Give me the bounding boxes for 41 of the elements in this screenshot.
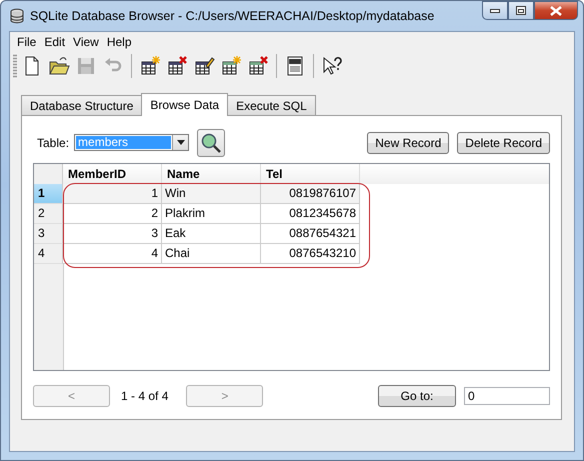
close-button[interactable] — [534, 1, 578, 20]
row-header[interactable]: 1 — [34, 184, 63, 204]
header-corner — [34, 164, 63, 184]
tab[interactable]: Browse Data — [141, 93, 228, 116]
minimize-icon — [490, 8, 500, 12]
menu-item[interactable]: Help — [102, 34, 136, 48]
table-cell: Chai — [162, 244, 261, 264]
menu-item[interactable]: File — [13, 34, 40, 48]
caret-icon — [176, 140, 185, 145]
table-cell: 3 — [63, 224, 162, 244]
toolbar-grip[interactable] — [13, 54, 17, 78]
maximize-button[interactable] — [508, 1, 534, 20]
table-cell: 0876543210 — [261, 244, 360, 264]
close-icon — [550, 6, 562, 16]
table-cell: Eak — [162, 224, 261, 244]
row-header[interactable]: 4 — [34, 244, 63, 264]
row-header[interactable]: 3 — [34, 224, 63, 244]
table-cell: 0819876107 — [261, 184, 360, 204]
table-cell: 1 — [63, 184, 162, 204]
table-cell: 0887654321 — [261, 224, 360, 244]
menu-item[interactable]: Edit — [40, 34, 70, 48]
table-cell: Win — [162, 184, 261, 204]
table-cell: 4 — [63, 244, 162, 264]
search-button[interactable] — [197, 128, 226, 156]
menu-item[interactable]: View — [69, 34, 103, 48]
table-cell: Plakrim — [162, 204, 261, 224]
database-icon — [9, 8, 25, 24]
tab[interactable]: Database Structure — [21, 95, 142, 115]
tab[interactable]: Execute SQL — [227, 95, 316, 115]
record-button[interactable]: Delete Record — [457, 132, 550, 154]
maximize-icon — [516, 6, 526, 15]
goto-input-field[interactable]: 0 — [464, 387, 550, 405]
table-cell: 0812345678 — [261, 204, 360, 224]
row-header[interactable]: 2 — [34, 204, 63, 224]
window-title: SQLite Database Browser - C:/Users/WEERACHAI/Desktop/mydatabase — [30, 9, 434, 23]
minimize-button[interactable] — [482, 1, 508, 20]
table-label: Table: — [37, 136, 70, 150]
goto-button[interactable]: Go to: — [378, 385, 456, 407]
record-button[interactable]: New Record — [367, 132, 450, 154]
record-range: 1 - 4 of 4 — [121, 389, 168, 403]
table-cell: 2 — [63, 204, 162, 224]
